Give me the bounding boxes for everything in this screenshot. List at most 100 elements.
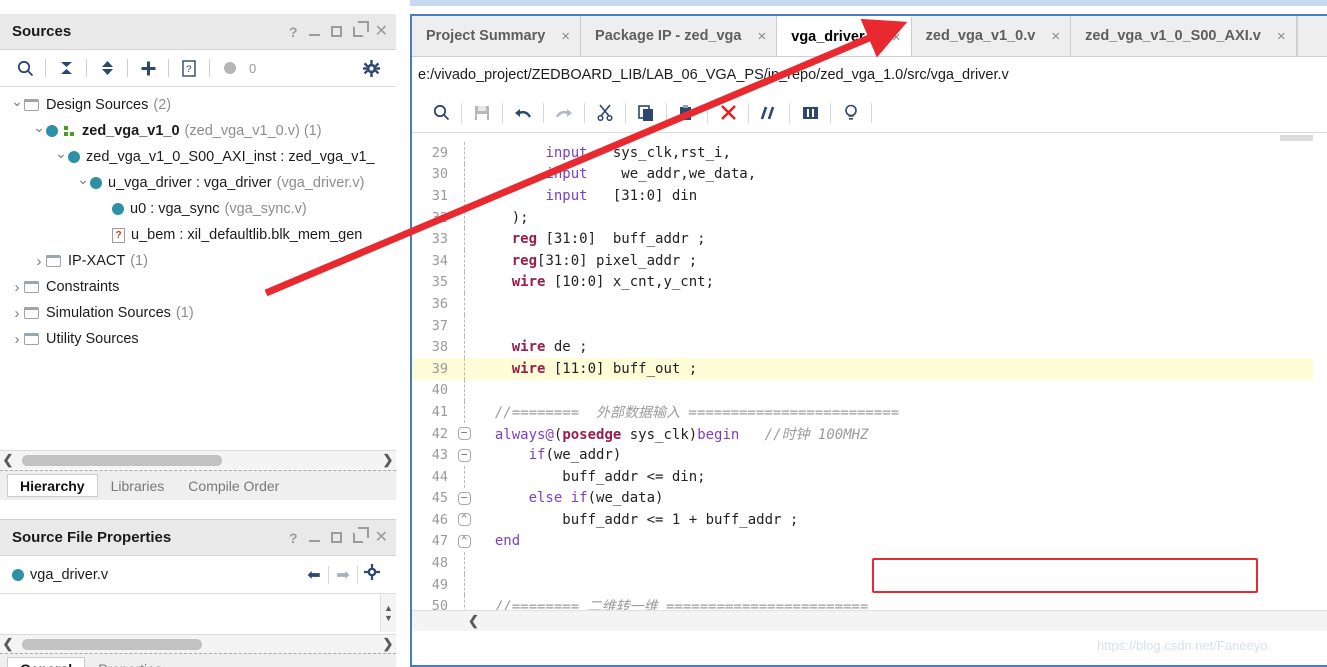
chevron-down-icon[interactable] [54,149,68,166]
tree-item[interactable]: zed_vga_v1_0(zed_vga_v1_0.v) (1) [0,118,396,144]
gear-icon[interactable] [356,53,386,83]
scroll-left-icon[interactable]: ❮ [0,636,16,652]
code-line[interactable]: 36 [412,293,1327,315]
tree-item[interactable]: IP-XACT(1) [0,248,396,274]
editor-tab[interactable]: Package IP - zed_vga × [581,16,778,56]
code-editor[interactable]: 29 input sys_clk,rst_i, 30 input we_addr,… [412,133,1327,631]
tree-item[interactable]: u_vga_driver : vga_driver(vga_driver.v) [0,170,396,196]
properties-vscrollbar[interactable]: ▲ ▼ [380,594,396,632]
tree-item[interactable]: zed_vga_v1_0_S00_AXI_inst : zed_vga_v1_ [0,144,396,170]
chevron-right-icon[interactable] [10,331,24,348]
delete-icon[interactable] [711,99,745,127]
editor-tab[interactable]: Project Summary × [412,16,582,56]
paste-icon[interactable] [670,99,704,127]
maximize-icon[interactable] [330,532,342,543]
close-icon[interactable]: × [1051,28,1060,45]
code-line[interactable]: 39 wire [11:0] buff_out ; [412,357,1327,380]
minimize-icon[interactable] [308,28,320,36]
search-icon[interactable] [424,99,458,127]
scroll-track[interactable] [16,454,380,466]
scroll-left-icon[interactable]: ❮ [468,613,479,629]
editor-tab[interactable]: zed_vga_v1_0_S00_AXI.v × [1071,16,1297,56]
forward-arrow-icon[interactable]: ➡ [329,565,357,585]
code-line[interactable]: 40 [412,379,1327,402]
tab-compile-order[interactable]: Compile Order [176,471,291,500]
tree-item[interactable]: Design Sources(2) [0,92,396,118]
report-icon[interactable]: ? [174,53,204,83]
tab-general[interactable]: General [7,657,86,667]
editor-tab-active[interactable]: vga_driver.v × [777,16,912,56]
code-line[interactable]: 33 reg [31:0] buff_addr ; [412,228,1327,250]
code-line[interactable]: 49 [412,573,1327,596]
code-line[interactable]: 30 input we_addr,we_data, [412,163,1327,186]
close-icon[interactable]: ✕ [375,23,388,40]
add-sources-icon[interactable] [133,53,163,83]
fold-toggle-icon[interactable]: ⌃ [454,534,474,548]
float-icon[interactable] [352,21,369,37]
code-line[interactable]: 44 buff_addr <= din; [412,465,1327,488]
close-icon[interactable]: × [561,28,570,45]
code-hscrollbar-bottom[interactable]: ❮ [412,610,1327,631]
fold-toggle-icon[interactable]: − [454,427,474,441]
chevron-down-icon[interactable] [10,97,24,114]
properties-hscrollbar[interactable]: ❮ ❯ [0,634,396,653]
cut-icon[interactable] [588,99,622,127]
scroll-right-icon[interactable]: ❯ [380,636,396,652]
chevron-down-icon[interactable] [76,175,90,192]
close-icon[interactable]: × [757,28,766,45]
help-icon[interactable]: ? [289,25,298,39]
code-line[interactable]: 47 ⌃ end [412,531,1327,553]
code-line[interactable]: 31 input [31:0] din [412,185,1327,207]
tree-item[interactable]: Simulation Sources(1) [0,300,396,326]
comment-icon[interactable] [752,99,786,127]
scroll-down-icon[interactable]: ▼ [384,613,393,623]
column-icon[interactable] [793,99,827,127]
collapse-all-icon[interactable] [51,53,81,83]
search-icon[interactable] [10,53,40,83]
close-icon[interactable]: × [1277,28,1286,45]
gear-icon[interactable] [358,564,386,585]
chevron-right-icon[interactable] [10,279,24,296]
float-icon[interactable] [352,527,369,543]
minimize-icon[interactable] [308,534,320,542]
code-hscrollbar-top[interactable] [412,133,1327,142]
redo-icon[interactable] [547,99,581,127]
code-vscrollbar[interactable] [1313,133,1327,631]
code-line[interactable]: 43− if(we_addr) [412,444,1327,466]
scroll-up-icon[interactable]: ▲ [384,603,393,613]
sources-tree[interactable]: Design Sources(2)zed_vga_v1_0(zed_vga_v1… [0,88,396,450]
chevron-right-icon[interactable] [10,305,24,322]
tab-properties[interactable]: Properties [86,654,174,667]
tab-libraries[interactable]: Libraries [99,471,177,500]
code-line[interactable]: 41 //======== 外部数据输入 ===================… [412,401,1327,423]
chevron-down-icon[interactable] [32,123,46,140]
code-line[interactable]: 38 wire de ; [412,336,1327,358]
tree-item[interactable]: ? u_bem : xil_defaultlib.blk_mem_gen [0,222,396,248]
tree-item[interactable]: Constraints [0,274,396,300]
fold-toggle-icon[interactable]: ⌃ [454,513,474,527]
code-line[interactable]: 48 [412,552,1327,574]
copy-icon[interactable] [629,99,663,127]
code-lines[interactable]: 29 input sys_clk,rst_i, 30 input we_addr,… [412,142,1327,631]
code-line[interactable]: 45− else if(we_data) [412,488,1327,510]
fold-toggle-icon[interactable]: − [454,448,474,462]
undo-icon[interactable] [506,99,540,127]
scroll-left-icon[interactable]: ❮ [0,452,16,468]
scroll-thumb[interactable] [22,454,222,466]
maximize-icon[interactable] [330,26,342,37]
close-icon[interactable]: ✕ [375,529,388,546]
tree-item[interactable]: Utility Sources [0,326,396,352]
close-icon[interactable]: × [892,29,901,46]
scroll-track[interactable] [16,638,380,650]
help-icon[interactable]: ? [289,531,298,545]
bulb-icon[interactable] [834,99,868,127]
code-line[interactable]: 32 ); [412,206,1327,229]
code-line[interactable]: 29 input sys_clk,rst_i, [412,142,1327,164]
sources-hscrollbar[interactable]: ❮ ❯ [0,450,396,469]
tab-hierarchy[interactable]: Hierarchy [7,474,98,497]
code-line[interactable]: 46 ⌃ buff_addr <= 1 + buff_addr ; [412,509,1327,531]
code-line[interactable]: 37 [412,314,1327,337]
expand-all-icon[interactable] [92,53,122,83]
fold-toggle-icon[interactable]: − [454,491,474,505]
code-line[interactable]: 42− always@(posedge sys_clk)begin //时钟 1… [412,423,1327,445]
